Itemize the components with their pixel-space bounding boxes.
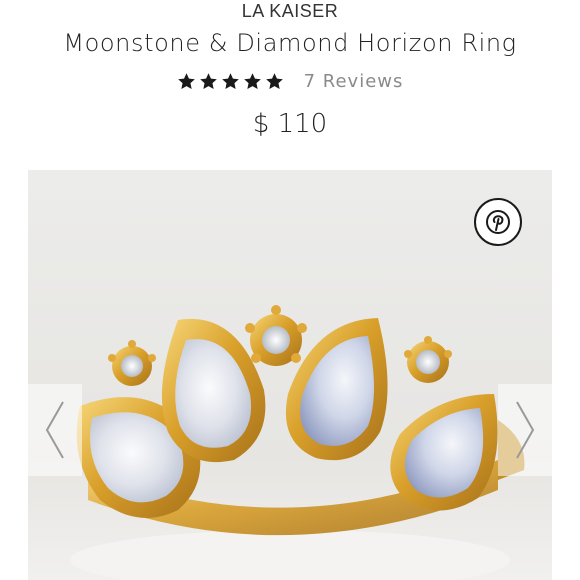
rating-row[interactable]: 7 Reviews bbox=[0, 68, 580, 94]
star-icon bbox=[243, 72, 261, 89]
star-icon bbox=[199, 72, 217, 89]
next-image-button[interactable] bbox=[498, 384, 552, 476]
product-photo bbox=[28, 170, 552, 580]
pinterest-button[interactable] bbox=[474, 198, 522, 246]
reviews-link[interactable]: 7 Reviews bbox=[304, 71, 404, 92]
product-title: Moonstone & Diamond Horizon Ring bbox=[63, 29, 517, 57]
star-icon bbox=[177, 72, 195, 89]
previous-image-button[interactable] bbox=[28, 384, 82, 476]
star-icon bbox=[221, 72, 239, 89]
product-image-gallery[interactable] bbox=[28, 170, 552, 580]
chevron-left-icon bbox=[45, 401, 64, 459]
brand-name[interactable]: LA KAISER bbox=[0, 0, 580, 22]
pinterest-icon bbox=[486, 210, 510, 234]
star-icon bbox=[265, 72, 283, 89]
star-rating bbox=[177, 72, 284, 91]
product-price: $ 110 bbox=[252, 109, 328, 139]
chevron-right-icon bbox=[516, 401, 535, 459]
